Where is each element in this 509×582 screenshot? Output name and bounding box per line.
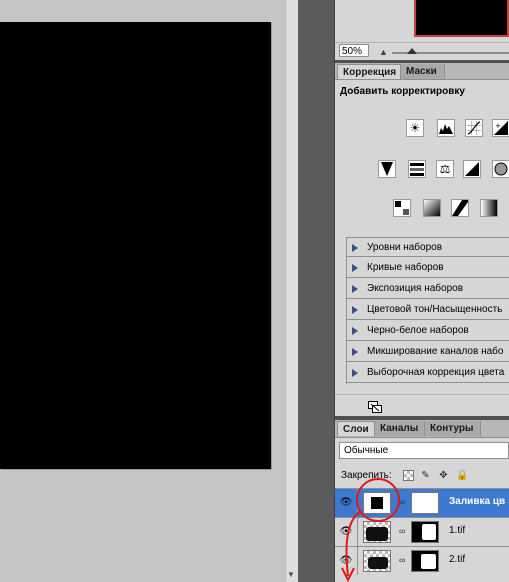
layers-tabbar: Слои Каналы Контуры <box>335 420 509 438</box>
photo-filter-icon[interactable] <box>492 160 509 178</box>
tab-layers[interactable]: Слои <box>337 421 375 436</box>
tab-channels[interactable]: Каналы <box>375 421 425 436</box>
invert-icon[interactable] <box>393 199 411 217</box>
adjustments-footer <box>335 394 509 417</box>
lock-pixels-icon[interactable]: ✎ <box>420 470 431 481</box>
panel-dock-gap <box>298 0 334 582</box>
expand-triangle-icon[interactable] <box>352 348 358 356</box>
navigator-thumbnail[interactable] <box>414 0 509 37</box>
posterize-icon[interactable] <box>423 199 441 217</box>
list-item[interactable]: Выборочная коррекция цвета <box>347 363 509 383</box>
list-item[interactable]: Кривые наборов <box>347 258 509 278</box>
add-adjustment-title: Добавить корректировку <box>340 86 465 97</box>
tab-adjustments[interactable]: Коррекция <box>337 64 401 79</box>
list-item[interactable]: Черно-белое наборов <box>347 321 509 341</box>
lock-all-icon[interactable]: 🔒 <box>456 470 468 481</box>
clip-to-layer-icon[interactable] <box>368 401 382 413</box>
visibility-eye-icon[interactable]: 👁 <box>339 497 353 508</box>
layer-mask-thumbnail[interactable] <box>411 521 439 543</box>
tab-paths[interactable]: Контуры <box>425 421 481 436</box>
list-item[interactable]: Цветовой тон/Насыщенность <box>347 300 509 320</box>
expand-triangle-icon[interactable] <box>352 369 358 377</box>
layer-mask-thumbnail[interactable] <box>411 492 439 514</box>
link-chain-icon: ∞ <box>399 526 406 536</box>
blend-mode-select[interactable]: Обычные <box>339 442 509 459</box>
color-balance-icon[interactable]: ⚖ <box>436 160 454 178</box>
expand-triangle-icon[interactable] <box>352 306 358 314</box>
adjustments-tabbar: Коррекция Маски <box>335 63 509 80</box>
canvas-vertical-scrollbar[interactable] <box>285 0 298 582</box>
expand-triangle-icon[interactable] <box>352 285 358 293</box>
levels-icon[interactable] <box>437 119 455 137</box>
exposure-icon[interactable]: + <box>492 119 509 137</box>
svg-text:+: + <box>495 122 501 130</box>
lock-transparency-icon[interactable] <box>403 470 414 481</box>
adjustment-presets-list: Уровни наборов Кривые наборов Экспозиция… <box>346 237 509 384</box>
expand-triangle-icon[interactable] <box>352 327 358 335</box>
zoom-out-icon[interactable]: ▲ <box>379 47 388 57</box>
document-canvas[interactable] <box>0 22 271 469</box>
layer-name[interactable]: 1.tif <box>449 525 465 536</box>
black-white-icon[interactable] <box>463 160 481 178</box>
zoom-slider-handle[interactable] <box>407 48 417 54</box>
vibrance-icon[interactable] <box>378 160 396 178</box>
gradient-map-icon[interactable] <box>480 199 498 217</box>
list-item[interactable]: Экспозиция наборов <box>347 279 509 299</box>
list-item[interactable]: Микширование каналов набо <box>347 342 509 362</box>
expand-triangle-icon[interactable] <box>352 264 358 272</box>
layer-name[interactable]: 2.tif <box>449 554 465 565</box>
brightness-contrast-icon[interactable]: ☀ <box>406 119 424 137</box>
link-chain-icon: ∞ <box>399 555 406 565</box>
list-item[interactable]: Уровни наборов <box>347 237 509 257</box>
lock-position-icon[interactable]: ✥ <box>438 470 449 481</box>
threshold-icon[interactable] <box>451 199 469 217</box>
zoom-field[interactable]: 50% <box>339 44 369 57</box>
scroll-down-arrow-icon[interactable]: ▼ <box>286 570 296 580</box>
tab-masks[interactable]: Маски <box>401 64 445 79</box>
expand-triangle-icon[interactable] <box>352 244 358 252</box>
layer-name[interactable]: Заливка цв <box>449 496 505 507</box>
layer-mask-thumbnail[interactable] <box>411 550 439 572</box>
hue-saturation-icon[interactable] <box>408 160 426 178</box>
annotation-arrow <box>341 511 361 582</box>
curves-icon[interactable] <box>465 119 483 137</box>
